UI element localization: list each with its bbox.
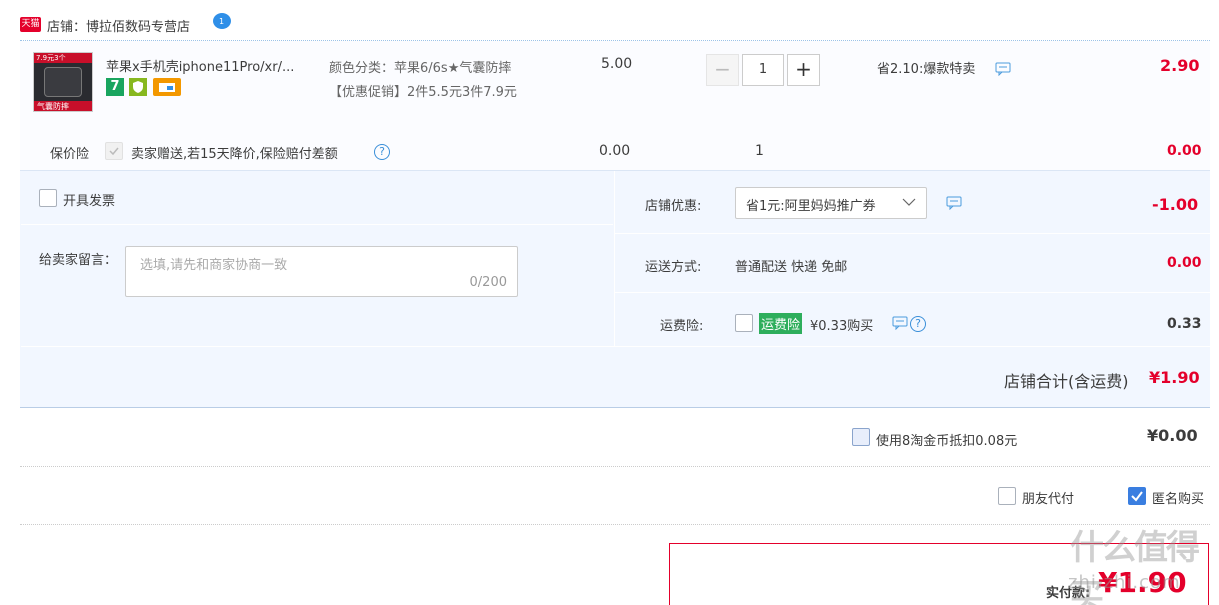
right-row-separator-2 xyxy=(615,292,1210,293)
shipping-insurance-chat-icon[interactable] xyxy=(892,316,908,334)
shipping-insurance-price: ¥0.33购买 xyxy=(810,319,874,334)
quantity-decrease-button[interactable]: − xyxy=(706,54,739,86)
shop-total-amount: ¥1.90 xyxy=(1149,368,1200,387)
insurance-checkbox xyxy=(105,142,123,160)
insurance-help-icon[interactable]: ? xyxy=(374,144,390,160)
seven-day-return-icon[interactable]: 7 xyxy=(106,78,124,96)
coins-divider xyxy=(20,466,1210,467)
item-thumbnail[interactable]: 7.9元3个 气囊防摔 xyxy=(33,52,93,112)
message-textarea[interactable]: 选填,请先和商家协商一致 0/200 xyxy=(125,246,518,297)
item-unit-price: 5.00 xyxy=(601,56,633,72)
shop-total-label: 店铺合计(含运费) xyxy=(1004,372,1129,391)
shop-discount-selected: 省1元:阿里妈妈推广券 xyxy=(746,199,876,214)
thumb-phone-shape xyxy=(44,67,82,97)
insurance-quantity: 1 xyxy=(755,143,764,159)
item-promo: 【优惠促销】2件5.5元3件7.9元 xyxy=(329,85,517,100)
anonymous-checkbox[interactable] xyxy=(1128,487,1146,505)
thumb-line2: 气囊防摔 xyxy=(37,102,69,111)
insurance-desc: 卖家赠送,若15天降价,保险赔付差额 xyxy=(131,147,338,162)
message-counter: 0/200 xyxy=(469,275,507,290)
shipping-insurance-label: 运费险: xyxy=(660,319,704,334)
watermark-url: zhi.zhi.com xyxy=(1068,572,1181,593)
item-sku: 颜色分类：苹果6/6s★气囊防摔 xyxy=(329,61,512,76)
insurance-label: 保价险 xyxy=(50,147,90,162)
invoice-label: 开具发票 xyxy=(63,194,116,209)
message-label: 给卖家留言： xyxy=(39,253,118,268)
shop-discount-amount: -1.00 xyxy=(1152,195,1199,214)
coins-label: 使用8淘金币抵扣0.08元 xyxy=(876,434,1018,449)
shop-discount-chat-icon[interactable] xyxy=(946,196,962,214)
insurance-price: 0.00 xyxy=(599,143,631,159)
chevron-down-icon xyxy=(902,196,916,212)
item-title[interactable]: 苹果x手机壳iphone11Pro/xr/... xyxy=(106,56,294,75)
friend-pay-checkbox[interactable] xyxy=(998,487,1016,505)
discount-chat-icon[interactable] xyxy=(995,62,1011,80)
insurance-subtotal: 0.00 xyxy=(1167,143,1202,159)
shop-discount-label: 店铺优惠: xyxy=(645,199,702,214)
shield-service-icon[interactable] xyxy=(129,78,147,96)
quantity-input[interactable]: 1 xyxy=(742,54,784,86)
quantity-increase-button[interactable]: + xyxy=(787,54,820,86)
shipping-insurance-help-icon[interactable]: ? xyxy=(910,316,926,332)
shop-name[interactable]: 店铺：博拉佰数码专营店 xyxy=(47,16,190,35)
message-placeholder: 选填,请先和商家协商一致 xyxy=(140,258,288,273)
credit-card-icon[interactable] xyxy=(153,78,181,96)
options-divider xyxy=(20,524,1210,525)
item-subtotal: 2.90 xyxy=(1160,56,1200,75)
item-discount-note: 省2.10:爆款特卖 xyxy=(877,62,976,77)
shipping-insurance-checkbox[interactable] xyxy=(735,314,753,332)
shipping-insurance-amount: 0.33 xyxy=(1167,316,1202,332)
thumb-line1: 7.9元3个 xyxy=(36,54,66,62)
shipping-value: 普通配送 快递 免邮 xyxy=(735,260,848,275)
shop-header: 天猫 店铺：博拉佰数码专营店 1 xyxy=(20,12,320,36)
column-separator xyxy=(614,171,615,346)
right-row-separator-1 xyxy=(615,233,1210,234)
shipping-insurance-tag: 运费险 xyxy=(759,313,803,334)
coins-checkbox[interactable] xyxy=(852,428,870,446)
invoice-checkbox[interactable] xyxy=(39,189,57,207)
shop-discount-select[interactable]: 省1元:阿里妈妈推广券 xyxy=(735,187,927,219)
shipping-label: 运送方式: xyxy=(645,260,702,275)
total-row-separator xyxy=(21,346,1210,347)
coins-amount: ¥0.00 xyxy=(1147,426,1198,445)
friend-pay-label: 朋友代付 xyxy=(1022,492,1075,507)
wangwang-chat-icon[interactable]: 1 xyxy=(212,12,232,30)
svg-text:1: 1 xyxy=(219,17,224,26)
anonymous-label: 匿名购买 xyxy=(1152,492,1205,507)
shipping-amount: 0.00 xyxy=(1167,255,1202,271)
tmall-badge: 天猫 xyxy=(20,17,41,32)
